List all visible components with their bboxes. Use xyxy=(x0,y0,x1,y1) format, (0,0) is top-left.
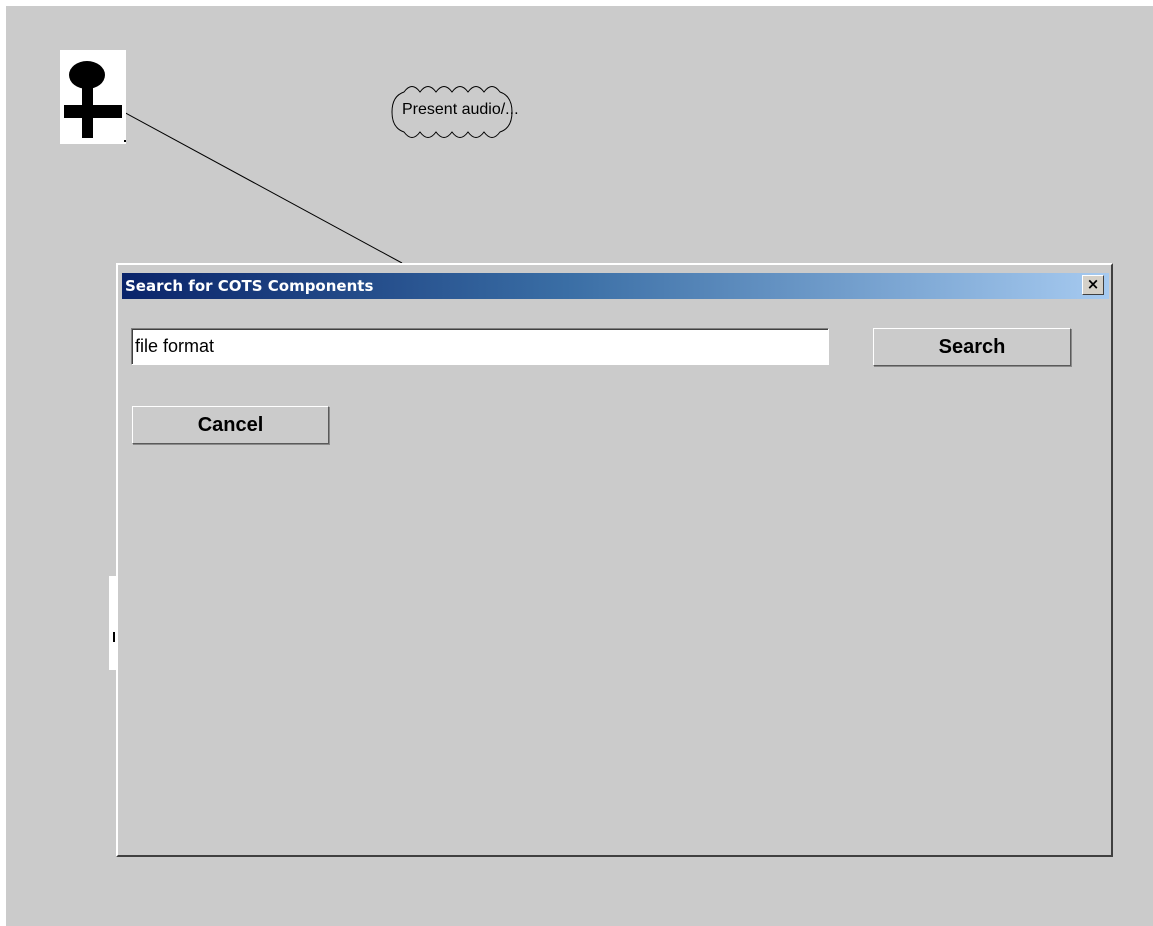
panel-edge-marker xyxy=(113,632,115,642)
search-cots-dialog: Search for COTS Components × Search Canc… xyxy=(116,263,1113,857)
use-case-label: Present audio/... xyxy=(402,101,519,118)
search-input[interactable] xyxy=(131,328,829,365)
search-button[interactable]: Search xyxy=(873,328,1071,366)
actor-node[interactable] xyxy=(60,50,126,144)
dialog-titlebar[interactable]: Search for COTS Components × xyxy=(122,273,1109,299)
cancel-button[interactable]: Cancel xyxy=(132,406,329,444)
close-button[interactable]: × xyxy=(1082,275,1104,295)
dialog-title: Search for COTS Components xyxy=(125,277,374,295)
actor-stick-figure-icon xyxy=(64,61,126,142)
partial-panel-edge xyxy=(109,576,116,670)
